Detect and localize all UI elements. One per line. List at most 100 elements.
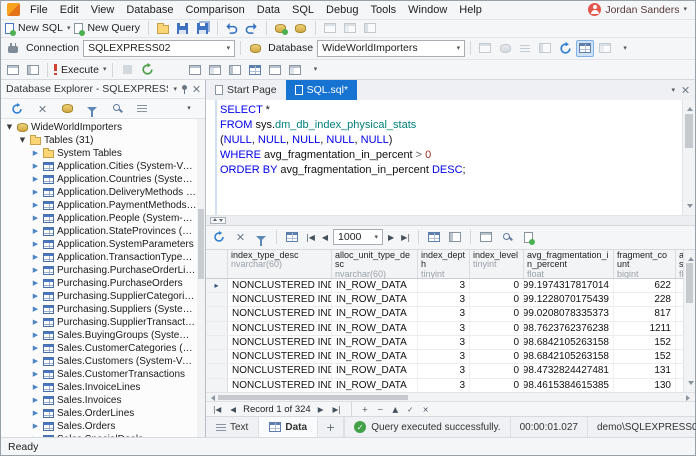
table-cell[interactable]: IN_ROW_DATA xyxy=(332,350,418,364)
table-row[interactable]: NONCLUSTERED INDEXIN_ROW_DATA3098.762376… xyxy=(206,321,695,336)
expand-icon[interactable]: ▶ xyxy=(31,436,40,438)
add-result-tab-button[interactable]: + xyxy=(318,417,345,438)
filter-results-button[interactable] xyxy=(252,229,270,246)
table-row[interactable]: NONCLUSTERED INDEXIN_ROW_DATA3098.461538… xyxy=(206,378,695,393)
tree-item[interactable]: ▶ Application.StateProvinces (System-Vers… xyxy=(1,225,205,238)
layout-single-button[interactable] xyxy=(186,61,204,78)
table-cell[interactable]: 98.4732824427481 xyxy=(524,364,614,378)
table-cell[interactable]: 99.0208078335373 xyxy=(524,307,614,321)
attach-database-button[interactable] xyxy=(272,20,290,37)
execute-button[interactable]: Execute ▾ xyxy=(53,61,107,78)
table-cell[interactable]: 0 xyxy=(470,335,524,350)
stop-execution-button[interactable] xyxy=(118,61,136,78)
tree-item[interactable]: ▶ Sales.CustomerCategories (System-Versio… xyxy=(1,342,205,355)
new-connection-button[interactable] xyxy=(58,100,76,117)
table-cell[interactable]: 3 xyxy=(418,335,470,350)
menu-window[interactable]: Window xyxy=(402,3,453,17)
table-cell[interactable]: NONCLUSTERED INDEX xyxy=(228,278,332,293)
tree-item[interactable]: ▶ Sales.SpecialDeals xyxy=(1,433,205,438)
format-sql-button[interactable] xyxy=(536,40,554,57)
scroll-right-icon[interactable] xyxy=(686,394,693,401)
table-row[interactable]: NONCLUSTERED INDEXIN_ROW_DATA3098.473282… xyxy=(206,364,695,379)
tree-item[interactable]: ▶ Application.SystemParameters xyxy=(1,238,205,251)
code-line[interactable]: ORDER BY avg_fragmentation_in_percent DE… xyxy=(220,163,679,178)
save-button[interactable] xyxy=(174,20,192,37)
grid-vscrollbar[interactable] xyxy=(683,249,695,393)
tab-data[interactable]: Data xyxy=(259,417,319,438)
table-cell[interactable]: 0 xyxy=(470,321,524,335)
menu-data[interactable]: Data xyxy=(251,3,286,17)
last-page-button[interactable]: ▶| xyxy=(399,233,412,242)
expand-icon[interactable]: ▶ xyxy=(31,423,40,430)
last-record-button[interactable]: ▶| xyxy=(330,405,342,414)
table-cell[interactable]: 152 xyxy=(614,335,676,350)
table-row[interactable]: ▸NONCLUSTERED INDEXIN_ROW_DATA3099.19743… xyxy=(206,278,695,294)
tree-item[interactable]: ▶ Application.People (System-Versioned) xyxy=(1,212,205,225)
column-header-index_level[interactable]: index_level tinyint xyxy=(470,249,524,278)
expand-icon[interactable]: ▶ xyxy=(31,384,40,391)
splitter-grip[interactable] xyxy=(210,216,226,224)
disconnect-button[interactable] xyxy=(33,100,51,117)
tree-item[interactable]: ▶ Application.TransactionTypes (System-Ve… xyxy=(1,251,205,264)
expand-icon[interactable]: ▶ xyxy=(31,345,40,352)
tree-item[interactable]: ▶ Application.Cities (System-Versioned) xyxy=(1,160,205,173)
tree-item[interactable]: ▶ Sales.OrderLines xyxy=(1,407,205,420)
database-tasks-button[interactable] xyxy=(292,20,310,37)
user-account-button[interactable]: Jordan Sanders ▾ xyxy=(588,3,691,17)
expand-icon[interactable]: ▶ xyxy=(31,241,40,248)
grid-view-button[interactable] xyxy=(425,229,443,246)
query-options-toggle[interactable] xyxy=(576,39,595,57)
tree-item[interactable]: ▶ Sales.BuyingGroups (System-Versioned) xyxy=(1,329,205,342)
table-cell[interactable]: IN_ROW_DATA xyxy=(332,378,418,392)
scroll-down-icon[interactable] xyxy=(687,381,694,388)
table-cell[interactable]: 131 xyxy=(614,364,676,378)
close-panel-icon[interactable] xyxy=(192,85,200,93)
tab-text[interactable]: Text xyxy=(206,417,260,438)
close-document-icon[interactable] xyxy=(681,86,689,94)
expand-icon[interactable]: ▶ xyxy=(31,306,40,313)
table-cell[interactable]: IN_ROW_DATA xyxy=(332,335,418,350)
expand-icon[interactable]: ▶ xyxy=(31,228,40,235)
tab-list-icon[interactable]: ▾ xyxy=(671,86,675,94)
table-row[interactable]: NONCLUSTERED INDEXIN_ROW_DATA3098.684210… xyxy=(206,335,695,351)
scroll-left-icon[interactable] xyxy=(208,394,215,401)
edit-record-button[interactable]: ▲ xyxy=(390,405,400,414)
table-cell[interactable]: 130 xyxy=(614,378,676,392)
doc-tab-sql-sql-[interactable]: SQL.sql* xyxy=(285,80,358,101)
export-data-button[interactable] xyxy=(519,229,537,246)
filter-objects-button[interactable] xyxy=(83,100,101,118)
code-line[interactable]: WHERE avg_fragmentation_in_percent > 0 xyxy=(220,148,679,163)
expand-icon[interactable]: ▶ xyxy=(31,254,40,261)
column-header-fragment_count[interactable]: fragment_count bigint xyxy=(614,249,676,278)
table-cell[interactable]: 3 xyxy=(418,378,470,392)
tree-item[interactable]: ▶ Purchasing.PurchaseOrders xyxy=(1,277,205,290)
grid-options-button[interactable] xyxy=(283,229,301,246)
expand-icon[interactable]: ▶ xyxy=(31,410,40,417)
code-area[interactable]: SELECT * FROM sys.dm_db_index_physical_st… xyxy=(220,103,679,178)
tree-item[interactable]: ▶ Application.PaymentMethods (System-Vers… xyxy=(1,199,205,212)
compare-button[interactable] xyxy=(361,20,379,37)
table-cell[interactable]: 3 xyxy=(418,293,470,307)
explorer-vscrollbar[interactable] xyxy=(197,119,205,438)
new-connection-button[interactable] xyxy=(496,40,514,57)
table-cell[interactable]: 98.6842105263158 xyxy=(524,350,614,364)
new-query-button[interactable]: New Query xyxy=(73,20,143,37)
expand-icon[interactable]: ▶ xyxy=(31,202,40,209)
redo-button[interactable] xyxy=(243,20,261,37)
menu-help[interactable]: Help xyxy=(453,3,488,17)
table-cell[interactable]: NONCLUSTERED INDEX xyxy=(228,321,332,335)
table-cell[interactable]: NONCLUSTERED INDEX xyxy=(228,307,332,321)
expand-icon[interactable]: ▶ xyxy=(31,293,40,300)
table-cell[interactable]: 3 xyxy=(418,278,470,293)
scrollbar-thumb[interactable] xyxy=(198,209,204,280)
append-record-button[interactable]: + xyxy=(360,405,370,414)
layout-vertical-button[interactable] xyxy=(226,61,244,78)
connection-select[interactable]: SQLEXPRESS02 ▾ xyxy=(83,39,236,57)
menu-comparison[interactable]: Comparison xyxy=(179,3,250,17)
expand-icon[interactable]: ▶ xyxy=(31,332,40,339)
save-all-button[interactable] xyxy=(194,20,212,37)
database-select[interactable]: WideWorldImporters ▾ xyxy=(317,39,466,57)
tree-item[interactable]: ▶ Sales.Customers (System-Versioned) xyxy=(1,355,205,368)
table-cell[interactable]: 0 xyxy=(470,293,524,307)
post-edit-button[interactable]: ✓ xyxy=(405,405,415,414)
